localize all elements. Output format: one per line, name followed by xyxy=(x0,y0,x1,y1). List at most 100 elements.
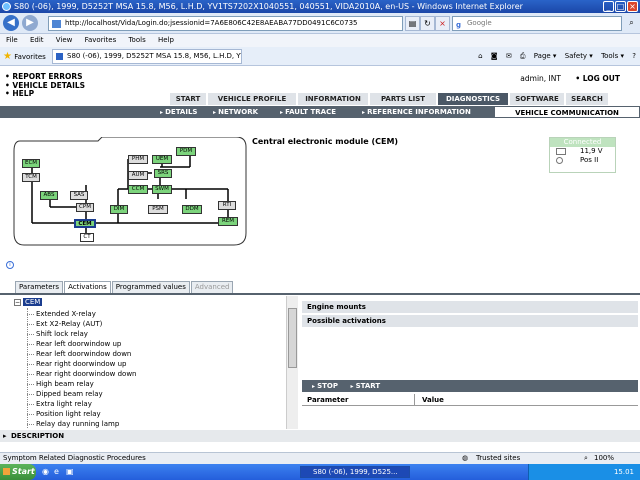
logout-link[interactable]: • LOG OUT xyxy=(575,74,620,83)
tools-menu[interactable]: Tools ▾ xyxy=(601,52,624,60)
tree-item[interactable]: High beam relay xyxy=(24,379,136,389)
network-diagram: ECM TCM ABS SAS CPM CEM CT PHM AUM CCM D… xyxy=(10,137,250,252)
tab-parts-list[interactable]: PARTS LIST xyxy=(370,93,438,105)
tree-item[interactable]: Shift lock relay xyxy=(24,329,136,339)
stop-load-button[interactable]: × xyxy=(435,16,450,31)
tree-item[interactable]: Rear right doorwindow down xyxy=(24,369,136,379)
top-links: REPORT ERRORS VEHICLE DETAILS HELP xyxy=(5,72,85,99)
menu-tools[interactable]: Tools xyxy=(128,36,145,44)
tree-item[interactable]: Position light relay xyxy=(24,409,136,419)
status-text: Symptom Related Diagnostic Procedures xyxy=(3,454,146,462)
node-psm[interactable]: PSM xyxy=(148,205,168,214)
subtab-reference-information[interactable]: REFERENCE INFORMATION xyxy=(362,106,471,119)
quicklaunch-desktop-icon[interactable]: ▣ xyxy=(66,467,74,476)
node-abs[interactable]: ABS xyxy=(40,191,58,200)
maximize-button[interactable]: □ xyxy=(615,1,626,12)
tree-item[interactable]: Ext X2-Relay (AUT) xyxy=(24,319,136,329)
tree-item[interactable]: Extended X-relay xyxy=(24,309,136,319)
tree-item[interactable]: Extra light relay xyxy=(24,399,136,409)
refresh-button[interactable]: ↻ xyxy=(420,16,435,31)
tree-item[interactable]: Rear left doorwindow down xyxy=(24,349,136,359)
node-uem[interactable]: UEM xyxy=(152,155,172,164)
description-toggle[interactable]: DESCRIPTION xyxy=(0,430,640,442)
security-zone[interactable]: Trusted sites xyxy=(476,453,520,464)
info-icon[interactable]: i xyxy=(6,261,14,269)
subtab-details[interactable]: DETAILS xyxy=(160,106,197,119)
node-ct[interactable]: CT xyxy=(80,233,94,242)
activation-panel: Engine mounts Possible activations STOP … xyxy=(300,296,640,429)
stop-button[interactable]: STOP xyxy=(312,382,338,390)
help-menu[interactable]: ? xyxy=(632,52,636,60)
minimize-button[interactable]: _ xyxy=(603,1,614,12)
address-field[interactable]: http://localhost/Vida/Login.do;jsessioni… xyxy=(48,16,403,31)
node-ddm[interactable]: DDM xyxy=(182,205,202,214)
tree-item[interactable]: Rear right doorwindow up xyxy=(24,359,136,369)
node-rti[interactable]: RTI xyxy=(218,201,236,210)
node-swm[interactable]: SWM xyxy=(152,185,172,194)
tree-item[interactable]: Relay day running lamp xyxy=(24,419,136,429)
subtab-network[interactable]: NETWORK xyxy=(213,106,258,119)
safety-menu[interactable]: Safety ▾ xyxy=(565,52,593,60)
help-link[interactable]: HELP xyxy=(5,89,85,99)
menu-view[interactable]: View xyxy=(56,36,73,44)
tab-diagnostics[interactable]: DIAGNOSTICS xyxy=(438,93,510,105)
node-ccm[interactable]: CCM xyxy=(128,185,148,194)
node-srs[interactable]: SRS xyxy=(154,169,172,178)
node-tcm[interactable]: TCM xyxy=(22,173,40,182)
module-title: Central electronic module (CEM) xyxy=(252,137,399,146)
tree-item[interactable]: Rear left doorwindow up xyxy=(24,339,136,349)
quicklaunch-icon[interactable]: ◉ xyxy=(42,467,49,476)
tree-scrollbar[interactable] xyxy=(286,296,298,429)
home-icon[interactable]: ⌂ xyxy=(478,52,482,60)
start-button-taskbar[interactable]: Start xyxy=(0,464,36,480)
tab-information[interactable]: INFORMATION xyxy=(298,93,370,105)
node-pdm[interactable]: PDM xyxy=(176,147,196,156)
node-aum[interactable]: AUM xyxy=(128,171,148,180)
tab-start[interactable]: START xyxy=(170,93,208,105)
tree-root[interactable]: − CEM xyxy=(14,298,43,306)
tab-activations[interactable]: Activations xyxy=(64,281,111,293)
node-dim[interactable]: DIM xyxy=(110,205,128,214)
favorites-button[interactable]: ★ Favorites xyxy=(3,47,46,67)
node-rem[interactable]: REM xyxy=(218,217,238,226)
scrollbar-thumb[interactable] xyxy=(288,308,297,368)
tab-parameters[interactable]: Parameters xyxy=(15,281,64,293)
close-window-button[interactable]: × xyxy=(627,1,638,12)
forward-button[interactable]: ▶ xyxy=(22,15,38,31)
connection-panel: Connected 11,9 V Pos II xyxy=(549,137,616,173)
menu-help[interactable]: Help xyxy=(158,36,174,44)
user-area: admin, INT • LOG OUT xyxy=(520,74,620,83)
mail-icon[interactable]: ✉ xyxy=(506,52,512,60)
connection-status: Connected xyxy=(550,138,615,147)
node-cem[interactable]: CEM xyxy=(74,219,96,228)
tab-search[interactable]: SEARCH xyxy=(566,93,610,105)
quicklaunch-ie-icon[interactable]: e xyxy=(54,467,59,476)
tree-item[interactable]: Dipped beam relay xyxy=(24,389,136,399)
search-placeholder: Google xyxy=(467,19,492,27)
ie-logo-icon xyxy=(2,2,11,11)
tab-vehicle-profile[interactable]: VEHICLE PROFILE xyxy=(208,93,298,105)
browser-tab[interactable]: S80 (-06), 1999, D5252T MSA 15.8, M56, L… xyxy=(52,49,242,64)
compat-view-button[interactable]: ▤ xyxy=(405,16,420,31)
search-input[interactable]: g Google xyxy=(452,16,622,31)
search-icon[interactable]: ⌕ xyxy=(624,16,639,31)
feeds-icon[interactable]: ◙ xyxy=(491,52,498,60)
menu-edit[interactable]: Edit xyxy=(30,36,44,44)
tab-software[interactable]: SOFTWARE xyxy=(510,93,566,105)
taskbar-window-button[interactable]: S80 (-06), 1999, D525... xyxy=(300,466,410,478)
menu-file[interactable]: File xyxy=(6,36,18,44)
back-button[interactable]: ◀ xyxy=(3,15,19,31)
tab-programmed-values[interactable]: Programmed values xyxy=(111,281,190,293)
print-icon[interactable]: ⎙ xyxy=(520,52,526,60)
collapse-icon[interactable]: − xyxy=(14,299,21,306)
menu-favorites[interactable]: Favorites xyxy=(85,36,117,44)
page-menu[interactable]: Page ▾ xyxy=(534,52,557,60)
node-cpm[interactable]: CPM xyxy=(76,203,94,212)
node-sas[interactable]: SAS xyxy=(70,191,88,200)
node-phm[interactable]: PHM xyxy=(128,155,148,164)
node-ecm[interactable]: ECM xyxy=(22,159,40,168)
subtab-vehicle-communication[interactable]: VEHICLE COMMUNICATION xyxy=(494,106,640,118)
subtab-fault-trace[interactable]: FAULT TRACE xyxy=(280,106,336,119)
zoom-level[interactable]: 100% xyxy=(594,453,614,464)
start-button[interactable]: START xyxy=(350,382,380,390)
